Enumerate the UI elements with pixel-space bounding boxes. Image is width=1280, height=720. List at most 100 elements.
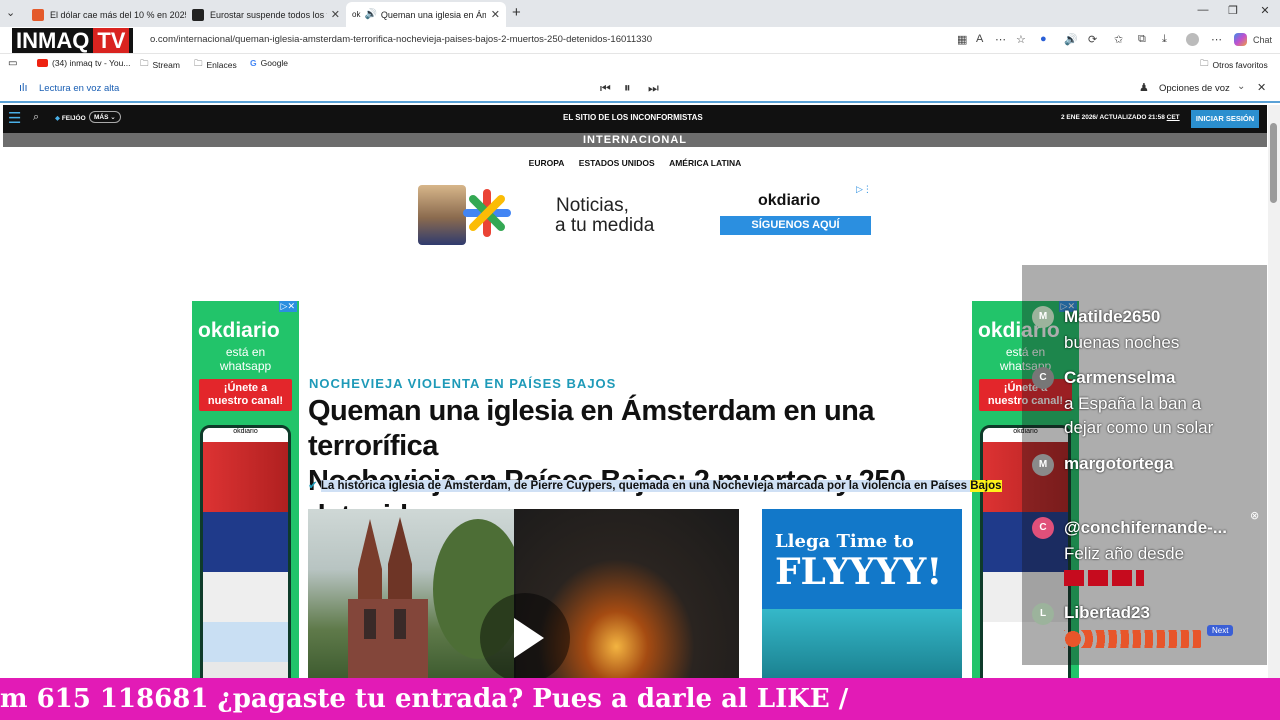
scrollbar-thumb[interactable] <box>1270 123 1277 203</box>
site-tagline: EL SITIO DE LOS INCONFORMISTAS <box>563 113 703 122</box>
pause-icon[interactable]: ⏸ <box>624 80 631 96</box>
chat-username: Matilde2650 <box>1064 307 1161 326</box>
menu-icon[interactable]: ⋯ <box>1211 33 1222 46</box>
close-icon[interactable]: ⊗ <box>1250 509 1259 522</box>
tab-favicon: ok <box>352 10 361 19</box>
header-date: 2 ENE 2026/ ACTUALIZADO 21:58 CET <box>1061 114 1180 121</box>
ad-woman-image <box>418 185 466 245</box>
folder-icon: 🗀 <box>1200 58 1209 68</box>
subnav-america-latina[interactable]: AMÉRICA LATINA <box>669 158 741 168</box>
close-icon[interactable]: ✕ <box>327 8 340 21</box>
chat-username: Libertad23 <box>1064 603 1150 622</box>
feijoo-link[interactable]: ◆ FEIJÓO <box>55 114 86 122</box>
adchoices-icon[interactable]: ▷⋮ <box>856 184 872 195</box>
angry-emoji-row <box>1064 630 1204 648</box>
speaker-icon: 🔊 <box>364 9 377 20</box>
favorites-icon[interactable]: ✩ <box>1114 33 1123 46</box>
puzzle-icon[interactable]: ⟳ <box>1088 33 1097 46</box>
ad-join-channel[interactable]: ¡Únete a nuestro canal! <box>199 379 292 411</box>
ad-line2: a tu medida <box>555 215 655 236</box>
avatar: C <box>1032 367 1054 389</box>
tab-label: Eurostar suspende todos los trenes <box>210 9 327 20</box>
bookmark-google[interactable]: G Google <box>250 58 288 68</box>
chat-username: Carmenselma <box>1064 368 1176 387</box>
check-icon: ✔ <box>308 480 318 492</box>
tab-eurostar[interactable]: Eurostar suspende todos los trenes ✕ <box>186 2 346 27</box>
chat-label[interactable]: Chat <box>1253 35 1272 45</box>
tab-favicon <box>32 8 44 21</box>
bottom-ticker: m 615 118681 ¿pagaste tu entrada? Pues a… <box>0 678 1280 720</box>
ad-cta-button[interactable]: SÍGUENOS AQUÍ <box>720 216 871 235</box>
flyyyy-ad[interactable]: Llega Time to FLYYYY! <box>762 509 962 681</box>
subnav: EUROPA ESTADOS UNIDOS AMÉRICA LATINA <box>0 158 1270 168</box>
voice-options-button[interactable]: Opciones de voz <box>1159 83 1230 94</box>
address-bar: o.com/internacional/queman-iglesia-amste… <box>0 27 1280 54</box>
tab-label: El dólar cae más del 10 % en 2025 <box>50 9 186 20</box>
read-aloud-icon[interactable]: A <box>976 33 983 45</box>
download-icon[interactable]: ⤓ <box>1162 33 1167 46</box>
google-news-icon <box>461 187 513 239</box>
adchoices-icon[interactable]: ▷✕ <box>278 301 297 312</box>
star-icon[interactable]: ☆ <box>1016 33 1026 46</box>
tab-dolar[interactable]: El dólar cae más del 10 % en 2025 ✕ <box>26 2 186 27</box>
mas-dropdown[interactable]: MÁS ⌄ <box>89 111 121 123</box>
next-button[interactable]: Next <box>1207 625 1234 636</box>
volume-icon[interactable]: 🔊 <box>1064 33 1078 46</box>
tab-list-dropdown[interactable]: ⌄ <box>6 6 15 19</box>
avatar: C <box>1032 517 1054 539</box>
more-icon[interactable]: ⋯ <box>995 33 1006 46</box>
bookmark-stream[interactable]: 🗀 Stream <box>140 58 180 72</box>
close-window-button[interactable]: ✕ <box>1250 4 1280 17</box>
folder-icon: 🗀 <box>194 58 203 68</box>
spain-flag-emoji-row <box>1064 570 1144 586</box>
ad-whatsapp-text: está en whatsapp <box>219 345 272 373</box>
tag-icon: ◆ <box>55 115 60 122</box>
subnav-estados-unidos[interactable]: ESTADOS UNIDOS <box>579 158 655 168</box>
bookmark-youtube[interactable]: (34) inmaq tv - You... <box>37 58 130 68</box>
article-video[interactable] <box>308 509 739 681</box>
apps-icon[interactable]: ▦ <box>957 33 967 46</box>
top-banner-ad[interactable]: Noticias, a tu medida okdiario SÍGUENOS … <box>416 183 876 245</box>
tab-active-iglesia[interactable]: ok 🔊 Queman una iglesia en Ámsterdam ✕ <box>346 2 506 27</box>
voice-icon: ♟ <box>1139 82 1149 94</box>
login-button[interactable]: INICIAR SESIÓN <box>1191 110 1259 128</box>
profile-icon[interactable] <box>1186 33 1199 46</box>
tab-favicon <box>192 8 204 21</box>
url-field[interactable]: o.com/internacional/queman-iglesia-amste… <box>150 34 652 45</box>
article-kicker: NOCHEVIEJA VIOLENTA EN PAÍSES BAJOS <box>309 376 617 391</box>
logo-part1: INMAQ <box>16 28 90 53</box>
left-side-ad[interactable]: ▷✕ okdiario está en whatsapp ¡Únete a nues… <box>192 301 299 681</box>
folder-icon: 🗀 <box>140 58 149 68</box>
close-icon[interactable]: ✕ <box>1257 81 1266 94</box>
previous-icon[interactable]: ⏮ <box>600 81 611 96</box>
read-aloud-label: Lectura en voz alta <box>39 83 120 94</box>
ad-line1: Llega Time to <box>775 531 914 552</box>
section-title: INTERNACIONAL <box>3 133 1267 147</box>
collections-icon[interactable]: ⧉ <box>1138 33 1146 46</box>
page-scrollbar[interactable] <box>1268 105 1280 678</box>
hamburger-menu-icon[interactable]: ☰ <box>8 109 21 127</box>
maximize-button[interactable]: ❐ <box>1218 4 1248 17</box>
tab-strip: ⌄ El dólar cae más del 10 % en 2025 ✕ Eu… <box>0 0 1280 27</box>
bookmarks-bar: ▭ (34) inmaq tv - You... 🗀 Stream 🗀 Enla… <box>0 54 1280 74</box>
reading-list-icon[interactable]: ▭ <box>8 58 17 69</box>
inmaq-tv-logo: INMAQ TV <box>12 28 134 53</box>
avatar: M <box>1032 306 1054 328</box>
subnav-europa[interactable]: EUROPA <box>529 158 565 168</box>
extension-icon[interactable]: ● <box>1040 33 1047 45</box>
copilot-icon[interactable] <box>1234 33 1247 46</box>
bookmark-enlaces[interactable]: 🗀 Enlaces <box>194 58 237 72</box>
close-icon[interactable]: ✕ <box>487 8 500 21</box>
chat-username: margotortega <box>1064 454 1174 473</box>
chat-message: Feliz año desde <box>1064 544 1185 563</box>
search-icon[interactable]: ⌕ <box>33 111 39 124</box>
ad-logo: okdiario <box>198 319 280 342</box>
next-icon[interactable]: ⏭ <box>648 81 659 96</box>
new-tab-button[interactable]: + <box>512 4 521 21</box>
live-chat-overlay: M Matilde2650 buenas noches C Carmenselm… <box>1022 265 1267 665</box>
play-button[interactable] <box>480 593 570 681</box>
chevron-down-icon[interactable]: ⌄ <box>1237 81 1245 92</box>
other-favorites[interactable]: 🗀 Otros favoritos <box>1200 58 1268 72</box>
audio-wave-icon: ılı <box>19 82 28 94</box>
minimize-button[interactable]: — <box>1188 4 1218 16</box>
